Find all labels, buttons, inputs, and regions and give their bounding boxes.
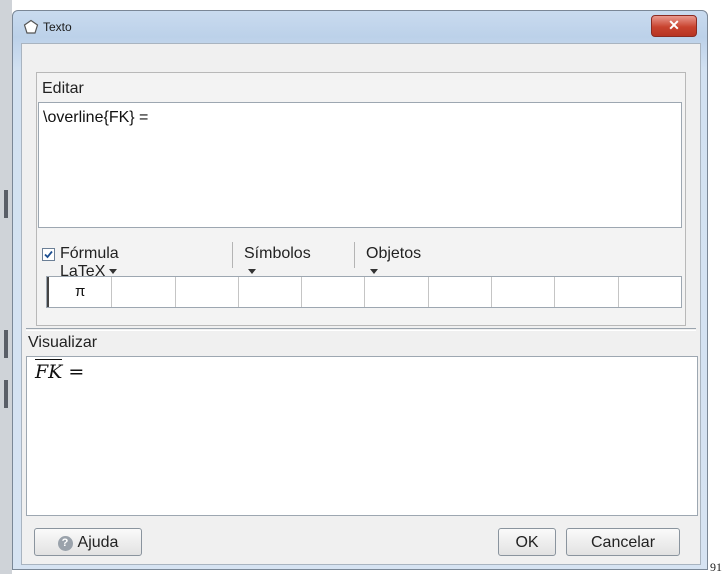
symbols-menu-label: Símbolos [244,245,311,262]
cancel-button[interactable]: Cancelar [566,528,680,556]
symbol-cell[interactable] [617,277,681,307]
preview-area: FK = [26,356,698,516]
dialog-body: Editar \overline{FK} = Fórmula LaTeX Sím… [21,43,701,565]
symbol-palette: π [46,276,682,308]
objects-menu-label: Objetos [366,245,422,262]
caret-down-icon [248,269,256,275]
help-button-label: Ajuda [77,534,119,551]
symbol-cell[interactable] [301,277,364,307]
desktop-edge-mark [4,190,8,218]
formula-equals: = [62,361,85,383]
polygon-icon [23,19,39,35]
close-button[interactable]: ✕ [651,15,697,37]
symbol-cell[interactable] [554,277,617,307]
help-button[interactable]: ? Ajuda [34,528,142,556]
checkmark-icon [44,250,53,259]
symbol-cell[interactable] [491,277,554,307]
symbol-cell[interactable] [111,277,174,307]
ok-button[interactable]: OK [498,528,556,556]
latex-checkbox[interactable] [42,248,55,261]
window-title: Texto [43,20,72,34]
edit-section-label: Editar [42,80,84,97]
symbol-cell[interactable] [364,277,427,307]
close-icon: ✕ [668,17,680,33]
text-dialog: Texto ✕ Editar \overline{FK} = Fórmula L… [12,10,708,570]
cancel-button-label: Cancelar [590,534,656,551]
desktop-background [0,0,12,574]
symbol-cell[interactable] [174,277,238,307]
overlined-segment: FK [35,359,63,383]
section-divider[interactable] [26,328,696,329]
symbol-cell[interactable] [427,277,491,307]
title-bar[interactable]: Texto ✕ [13,11,707,41]
caret-down-icon [109,269,118,275]
page-footnote: 91 [710,560,722,574]
text-edit-area[interactable]: \overline{FK} = [38,102,682,228]
desktop-edge-mark [4,330,8,358]
question-icon: ? [57,536,73,551]
section-divider-highlight [26,330,696,331]
latex-formula-label: Fórmula LaTeX [60,245,119,280]
symbol-cell[interactable] [237,277,301,307]
caret-down-icon [370,269,378,275]
toolbar-divider [232,242,233,268]
symbol-cell-pi[interactable]: π [47,277,111,307]
rendered-formula: FK = [35,359,85,383]
ok-button-label: OK [515,534,539,551]
preview-section-label: Visualizar [28,334,98,351]
desktop-edge-mark [4,380,8,408]
toolbar-divider [354,242,355,268]
